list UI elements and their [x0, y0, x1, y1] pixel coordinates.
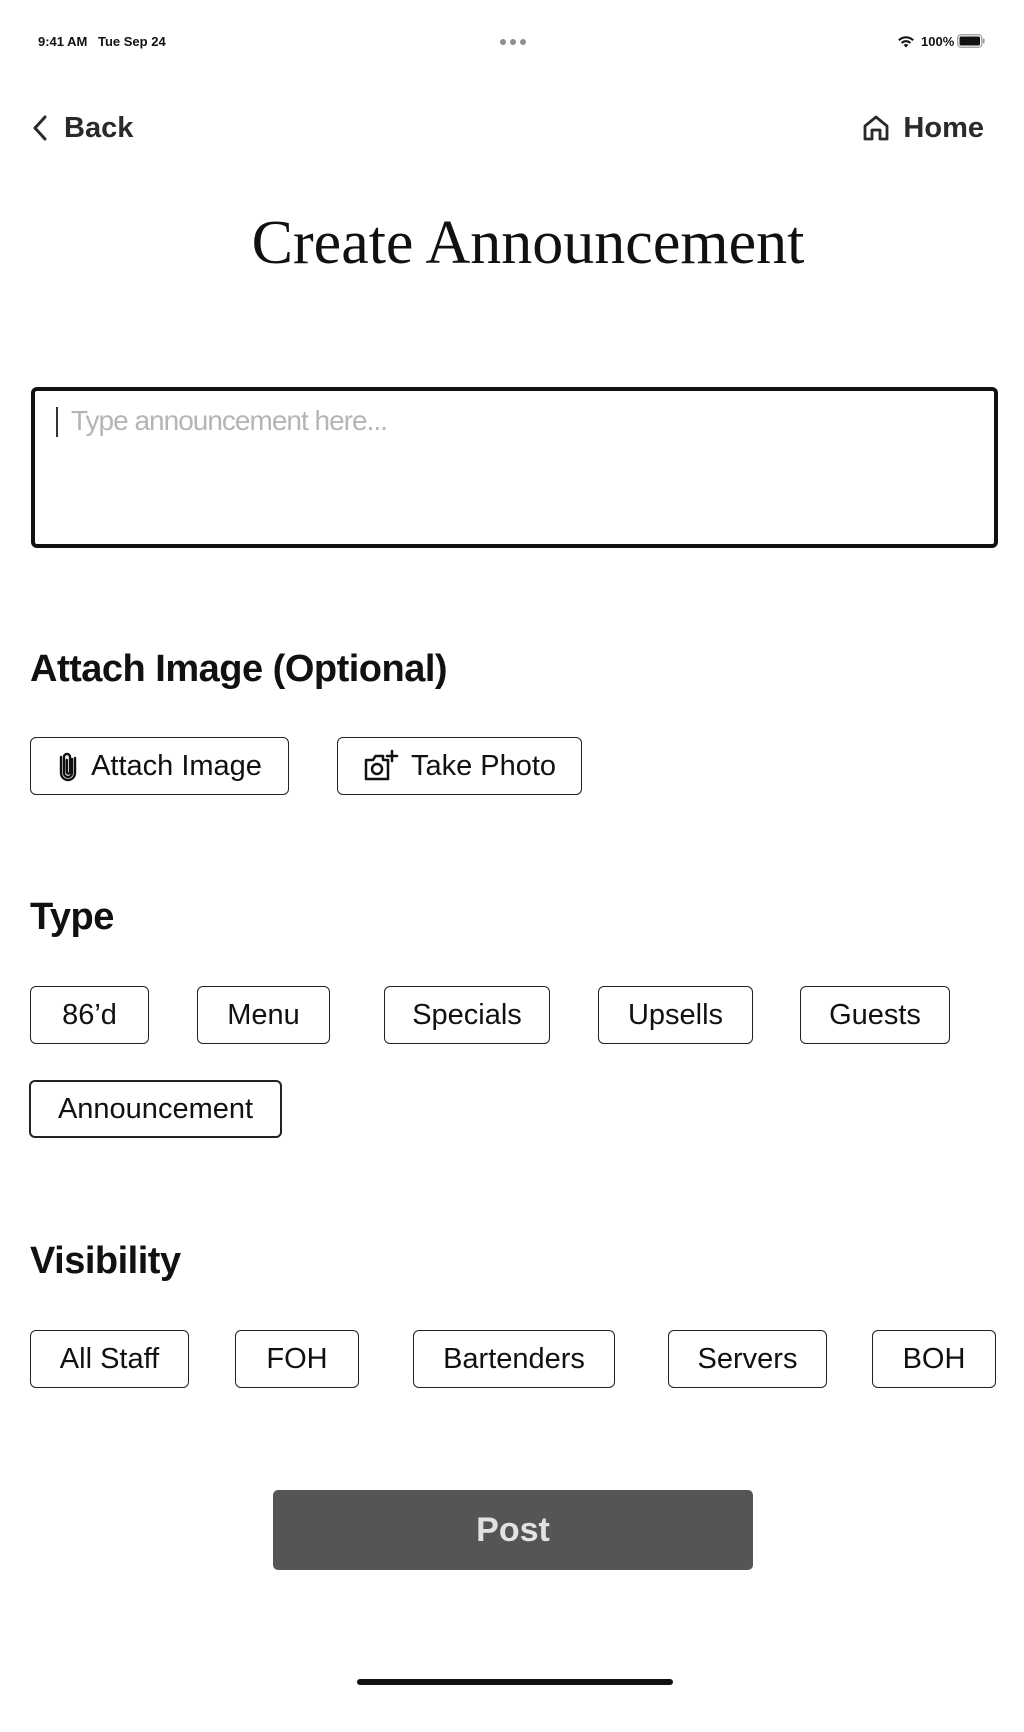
take-photo-button[interactable]: Take Photo [337, 737, 582, 795]
type-option-guests[interactable]: Guests [800, 986, 950, 1044]
announcement-input[interactable] [35, 391, 994, 544]
type-option-specials[interactable]: Specials [384, 986, 550, 1044]
type-option-announcement[interactable]: Announcement [29, 1080, 282, 1138]
attach-image-label: Attach Image [91, 749, 262, 782]
battery-icon [957, 34, 985, 48]
status-date: Tue Sep 24 [98, 34, 166, 49]
back-label: Back [64, 111, 134, 144]
status-bar: 9:41 AM Tue Sep 24 100% [0, 0, 1024, 60]
home-icon [864, 115, 889, 141]
post-button[interactable]: Post [273, 1490, 753, 1570]
type-option-menu[interactable]: Menu [197, 986, 330, 1044]
home-button[interactable]: Home [861, 108, 984, 148]
text-cursor [56, 407, 58, 437]
wifi-icon [898, 36, 914, 48]
home-label: Home [903, 111, 984, 144]
announcement-field[interactable] [31, 387, 998, 548]
battery-percentage: 100% [921, 34, 955, 49]
paperclip-icon [59, 752, 77, 782]
visibility-heading: Visibility [30, 1240, 181, 1282]
camera-plus-icon [364, 749, 399, 781]
visibility-option-foh[interactable]: FOH [235, 1330, 359, 1388]
type-option-upsells[interactable]: Upsells [598, 986, 753, 1044]
visibility-option-boh[interactable]: BOH [872, 1330, 996, 1388]
attach-image-button[interactable]: Attach Image [30, 737, 289, 795]
multitasking-dots-icon[interactable] [500, 39, 526, 45]
type-option-86d[interactable]: 86’d [30, 986, 149, 1044]
back-button[interactable]: Back [30, 108, 133, 148]
status-time: 9:41 AM [38, 34, 88, 49]
page-title: Create Announcement [251, 209, 805, 277]
type-heading: Type [30, 896, 114, 938]
take-photo-label: Take Photo [410, 749, 557, 782]
visibility-option-bartenders[interactable]: Bartenders [413, 1330, 615, 1388]
visibility-option-all-staff[interactable]: All Staff [30, 1330, 189, 1388]
visibility-option-servers[interactable]: Servers [668, 1330, 827, 1388]
chevron-left-icon [33, 115, 47, 141]
home-indicator[interactable] [357, 1679, 673, 1685]
create-announcement-screen: 9:41 AM Tue Sep 24 100% Back Home Create… [0, 0, 1024, 1732]
attach-image-heading: Attach Image (Optional) [30, 648, 448, 690]
